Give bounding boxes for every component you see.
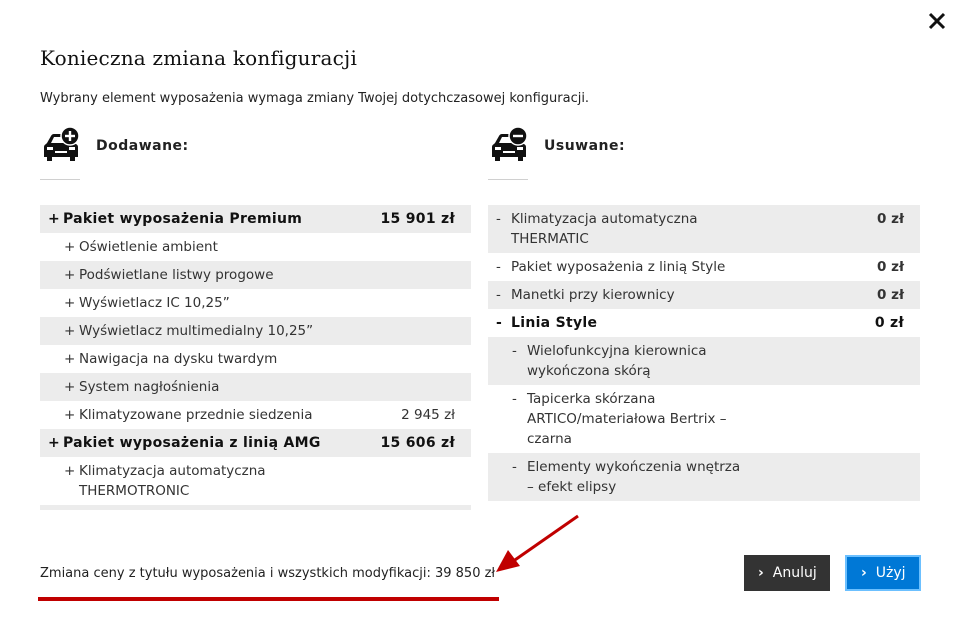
item-name: Wielofunkcyjna kierownica wykończona skó… [527, 343, 707, 379]
list-item: + Klimatyzowane przednie siedzenia 2 945… [64, 407, 455, 423]
item-name: Klimatyzacja automatyczna THERMATIC [511, 211, 698, 247]
added-heading: Dodawane: [96, 138, 189, 154]
list-item: + Nawigacja na dysku twardym [40, 345, 471, 373]
apply-button[interactable]: › Użyj [845, 555, 921, 591]
annotation-arrow-icon [496, 514, 579, 572]
list-item: - Elementy wykończenia wnętrza – efekt e… [488, 453, 920, 501]
added-divider [40, 179, 80, 180]
cancel-button[interactable]: › Anuluj [744, 555, 830, 591]
list-item [40, 505, 471, 510]
list-item: - Linia Style 0 zł [496, 315, 904, 331]
item-name: Pakiet wyposażenia Premium [63, 211, 303, 227]
close-icon [928, 12, 946, 30]
list-item: - Wielofunkcyjna kierownica wykończona s… [488, 337, 920, 385]
item-name: Pakiet wyposażenia z linią Style [511, 259, 726, 275]
item-name: Wyświetlacz multimedialny 10,25” [79, 323, 314, 339]
dialog-title: Konieczna zmiana konfiguracji [40, 46, 358, 70]
annotation-underline [38, 597, 499, 601]
item-price: 0 zł [877, 287, 904, 303]
close-button[interactable] [926, 10, 948, 32]
list-item: - Manetki przy kierownicy 0 zł [488, 281, 920, 309]
list-item: + Pakiet wyposażenia z linią AMG 15 606 … [40, 429, 471, 457]
cancel-label: Anuluj [772, 565, 817, 581]
item-price: 15 901 zł [380, 211, 455, 227]
list-item: - Klimatyzacja automatyczna THERMATIC 0 … [488, 205, 920, 253]
item-price: 0 zł [874, 315, 904, 331]
item-price: 0 zł [877, 259, 904, 275]
item-price: 15 606 zł [380, 435, 455, 451]
removed-divider [488, 179, 528, 180]
item-name: Oświetlenie ambient [79, 239, 218, 255]
item-name: Manetki przy kierownicy [511, 287, 675, 303]
removed-header: Usuwane: [488, 124, 625, 168]
list-item: - Pakiet wyposażenia z linią Style 0 zł [496, 259, 904, 275]
apply-label: Użyj [875, 565, 906, 581]
car-plus-icon [44, 126, 80, 161]
item-name: Klimatyzowane przednie siedzenia [79, 407, 313, 423]
price-change-summary: Zmiana ceny z tytułu wyposażenia i wszys… [40, 566, 496, 581]
item-name: Wyświetlacz IC 10,25” [79, 295, 230, 311]
list-item: + Pakiet wyposażenia Premium 15 901 zł [40, 205, 471, 233]
added-list[interactable]: + Pakiet wyposażenia Premium 15 901 zł +… [40, 205, 471, 510]
item-name: System nagłośnienia [79, 379, 220, 395]
list-item: + Wyświetlacz multimedialny 10,25” [40, 317, 471, 345]
list-item: - Tapicerka skórzana ARTICO/materiałowa … [488, 385, 920, 453]
item-name: Elementy wykończenia wnętrza – efekt eli… [527, 459, 741, 495]
item-name: Linia Style [511, 315, 598, 331]
list-item: + Klimatyzacja automatyczna THERMOTRONIC [40, 457, 310, 505]
list-item: + System nagłośnienia [40, 373, 471, 401]
removed-list[interactable]: - Klimatyzacja automatyczna THERMATIC 0 … [488, 205, 920, 510]
chevron-right-icon: › [758, 565, 764, 581]
added-header: Dodawane: [40, 124, 189, 168]
list-item: + Podświetlane listwy progowe [40, 261, 471, 289]
list-item: + Wyświetlacz IC 10,25” [40, 289, 471, 317]
item-price: 2 945 zł [401, 407, 455, 423]
item-name: Pakiet wyposażenia z linią AMG [63, 435, 321, 451]
car-minus-icon [492, 126, 528, 161]
chevron-right-icon: › [861, 565, 867, 581]
removed-heading: Usuwane: [544, 138, 626, 154]
item-name: Podświetlane listwy progowe [79, 267, 274, 283]
item-price: 0 zł [877, 211, 904, 227]
list-item: + Oświetlenie ambient [40, 233, 471, 261]
item-name: Tapicerka skórzana ARTICO/materiałowa Be… [527, 391, 727, 447]
item-name: Klimatyzacja automatyczna THERMOTRONIC [79, 463, 266, 499]
item-name: Nawigacja na dysku twardym [79, 351, 278, 367]
dialog-subtitle: Wybrany element wyposażenia wymaga zmian… [40, 91, 590, 106]
